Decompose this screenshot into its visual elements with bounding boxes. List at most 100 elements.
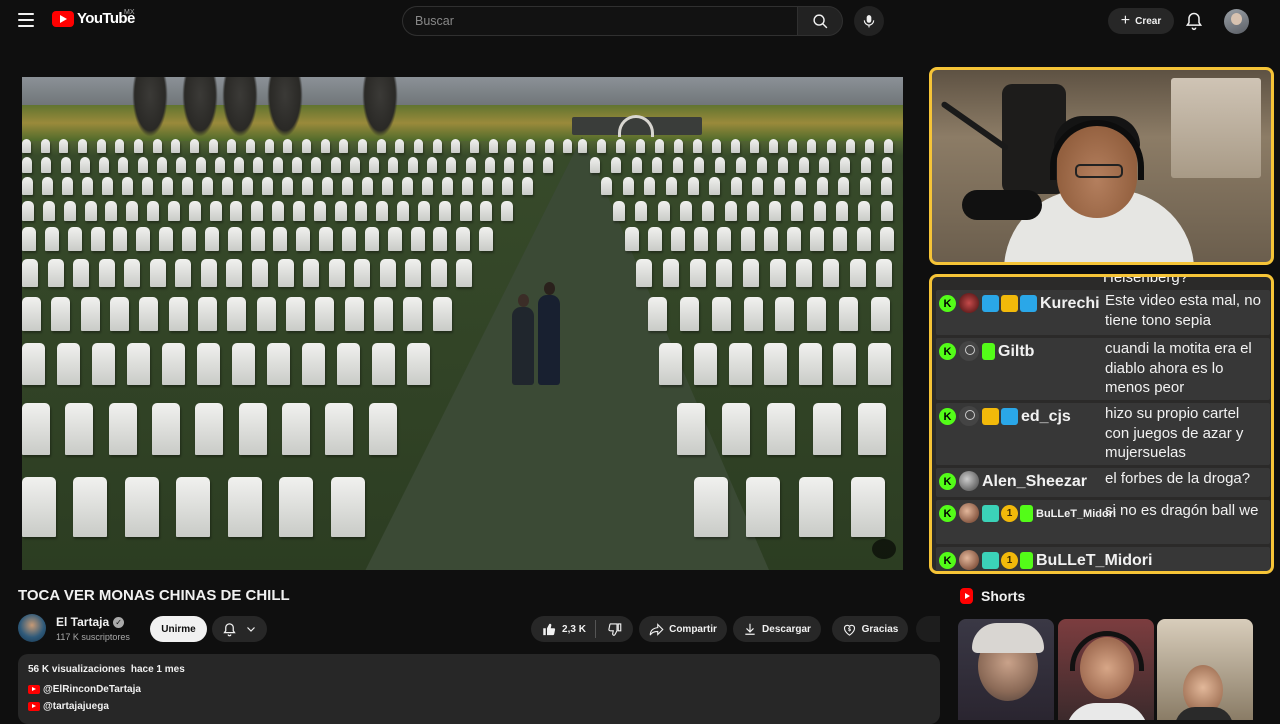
headstone	[59, 139, 69, 153]
headstone	[403, 297, 423, 331]
headstone	[387, 227, 402, 251]
headstone	[242, 177, 253, 195]
headstone	[246, 139, 255, 153]
headstone	[22, 403, 50, 455]
headstone	[451, 139, 461, 153]
headstone	[96, 139, 106, 153]
menu-icon[interactable]	[18, 13, 34, 27]
chat-username[interactable]: ed_cjs	[1021, 407, 1071, 426]
search-input[interactable]	[402, 6, 797, 36]
headstone	[42, 177, 53, 195]
headstone	[302, 343, 325, 385]
youtube-logo[interactable]: YouTube	[52, 10, 135, 27]
microphone-icon	[863, 15, 875, 28]
channel-link[interactable]: @ElRinconDeTartaja	[28, 684, 141, 695]
chat-user-info: K Giltb	[936, 338, 1102, 400]
headstone	[208, 139, 218, 153]
channel-avatar[interactable]	[18, 614, 46, 642]
headstone	[113, 227, 128, 251]
channel-name[interactable]: El Tartaja ✓	[56, 615, 125, 629]
headstone	[330, 157, 341, 173]
notifications-bell-icon[interactable]	[1184, 11, 1204, 31]
headstone	[769, 259, 786, 287]
headstone	[756, 157, 767, 173]
subscription-bell-button[interactable]	[212, 616, 267, 642]
headstone	[90, 227, 105, 251]
short-thumbnail[interactable]	[1058, 619, 1154, 720]
like-button[interactable]: 2,3 K	[542, 620, 596, 638]
chat-username[interactable]: Kurechi	[1040, 294, 1100, 313]
search-bar	[402, 6, 843, 36]
headstone	[349, 157, 360, 173]
headstone	[816, 177, 828, 195]
headstone	[502, 177, 513, 195]
chat-username[interactable]: Alen_Sheezar	[982, 472, 1087, 491]
headstone	[740, 227, 755, 251]
headstone	[795, 177, 807, 195]
headstone	[198, 297, 217, 331]
video-player[interactable]	[22, 77, 903, 570]
account-avatar[interactable]	[1224, 9, 1249, 34]
headstone	[62, 177, 73, 195]
headstone	[328, 259, 345, 287]
headstone	[438, 201, 451, 221]
join-button[interactable]: Unirme	[150, 616, 207, 642]
create-button[interactable]: + Crear	[1108, 8, 1174, 34]
short-thumbnail[interactable]	[958, 619, 1054, 720]
headstone	[702, 201, 715, 221]
headstone	[157, 157, 167, 173]
headstone	[256, 297, 276, 331]
dislike-button[interactable]	[607, 622, 622, 637]
headstone	[22, 201, 34, 221]
search-button[interactable]	[797, 6, 843, 36]
short-thumbnail[interactable]	[1157, 619, 1253, 720]
headstone	[279, 477, 314, 537]
headstone	[334, 201, 347, 221]
chat-message: K 1 BuLLeT_Midori	[936, 547, 1270, 571]
headstone	[232, 343, 255, 385]
chat-badge-icon	[982, 505, 999, 522]
headstone	[110, 297, 129, 331]
headstone	[722, 403, 751, 455]
headstone	[687, 177, 699, 195]
headstone	[813, 201, 826, 221]
headstone	[692, 139, 702, 153]
more-actions-button[interactable]	[916, 616, 940, 642]
headstone	[65, 403, 94, 455]
description-box[interactable]: 56 K visualizaciones hace 1 mes @ElRinco…	[18, 654, 940, 724]
chat-message-text: Este video esta mal, no tiene tono sepia	[1105, 292, 1261, 329]
headstone	[432, 297, 452, 331]
headstone	[234, 157, 245, 173]
thanks-button[interactable]: $ Gracias	[832, 616, 908, 642]
headstone	[654, 139, 664, 153]
headstone	[149, 259, 166, 287]
headstone	[750, 139, 760, 153]
share-button[interactable]: Compartir	[639, 616, 727, 642]
headstone	[22, 343, 45, 385]
voice-search-button[interactable]	[854, 6, 884, 36]
channel-link[interactable]: @tartajajuega	[28, 701, 109, 712]
headstone	[283, 139, 293, 153]
streamer-camera	[929, 67, 1274, 265]
view-count: 56 K visualizaciones	[28, 664, 126, 675]
headstone	[73, 259, 90, 287]
headstone	[798, 477, 833, 537]
headstone	[162, 343, 185, 385]
headstone	[227, 297, 247, 331]
headstone	[724, 201, 737, 221]
headstone	[822, 259, 839, 287]
chat-user-info: K Alen_Sheezar	[936, 468, 1102, 497]
headstone	[124, 477, 159, 537]
headstone	[850, 477, 885, 537]
chat-message: K Giltb cuandi la motita era el diablo aho…	[936, 338, 1270, 400]
region-code: MX	[124, 9, 135, 16]
headstone	[202, 177, 213, 195]
headstone	[395, 139, 405, 153]
headstone	[79, 157, 90, 173]
chat-badge-icon	[1020, 295, 1037, 312]
headstone	[610, 157, 621, 173]
headstone	[857, 403, 886, 455]
download-button[interactable]: Descargar	[733, 616, 821, 642]
headstone	[652, 157, 663, 173]
chat-username[interactable]: Giltb	[998, 342, 1034, 361]
